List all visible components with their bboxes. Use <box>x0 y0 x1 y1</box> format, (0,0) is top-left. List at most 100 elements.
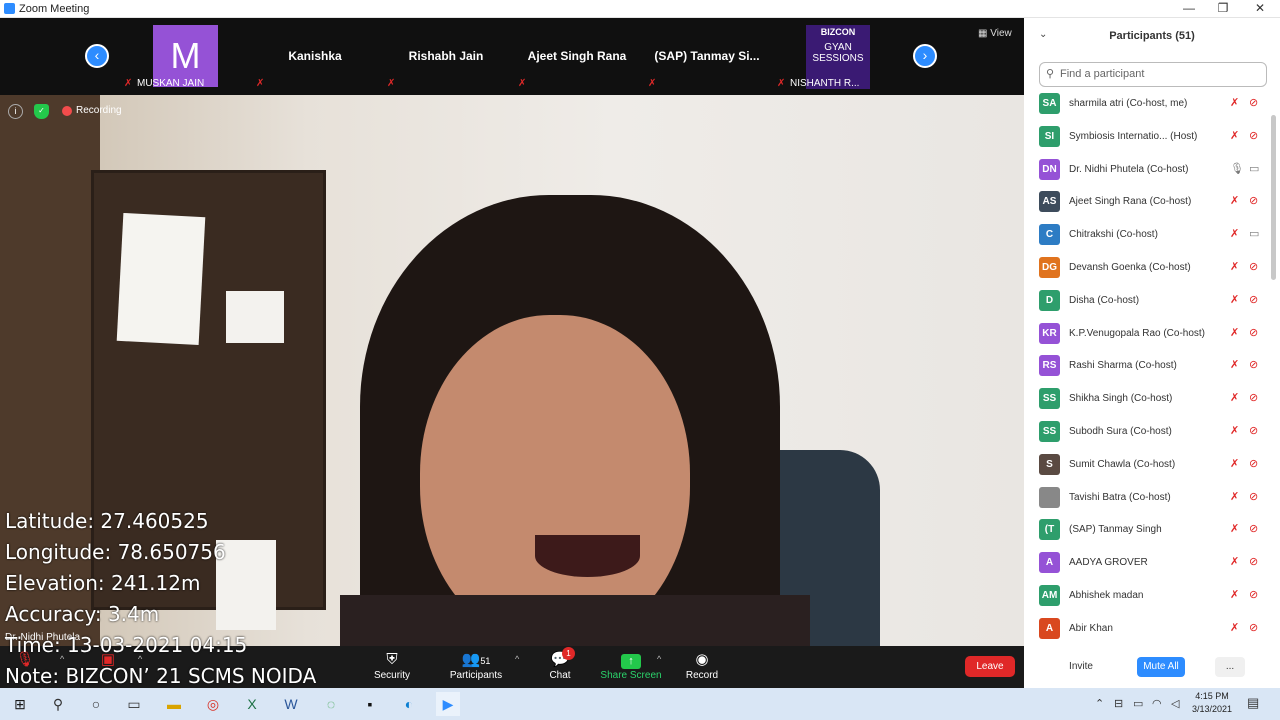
participant-row[interactable]: SA sharmila atri (Co-host, me) ✗ ⊘ <box>1024 88 1280 121</box>
leave-button[interactable]: Leave <box>965 656 1015 677</box>
shield-icon[interactable]: ✓ <box>34 104 49 119</box>
file-explorer-icon[interactable]: ▬ <box>162 692 186 716</box>
mic-muted-icon: ✗ <box>1230 490 1240 503</box>
participant-name: Sumit Chawla (Co-host) <box>1069 458 1176 470</box>
tile-label: MUSKAN JAIN <box>137 78 205 89</box>
mic-muted-icon: ✗ <box>1230 293 1240 306</box>
participant-name: Disha (Co-host) <box>1069 294 1140 306</box>
network-icon[interactable]: ⊟ <box>1114 697 1123 710</box>
video-tile[interactable]: ✗ NISHANTH R... <box>774 25 898 89</box>
participants-count: 51 <box>480 656 491 666</box>
task-view-icon[interactable]: ▭ <box>122 692 146 716</box>
volume-icon[interactable]: ◁ <box>1171 697 1179 710</box>
record-button[interactable]: ◉ Record <box>662 650 742 681</box>
participant-row[interactable]: AS Ajeet Singh Rana (Co-host) ✗ ⊘ <box>1024 186 1280 219</box>
info-icon[interactable]: i <box>8 104 23 119</box>
avatar: SS <box>1039 420 1060 442</box>
wifi-icon[interactable]: ◠ <box>1152 697 1162 710</box>
participant-name: K.P.Venugopala Rao (Co-host) <box>1069 327 1206 339</box>
avatar: DG <box>1039 256 1060 278</box>
participant-row[interactable]: AM Abhishek madan ✗ ⊘ <box>1024 580 1280 613</box>
participant-row[interactable]: SI Symbiosis Internatio... (Host) ✗ ⊘ <box>1024 121 1280 154</box>
share-arrow-icon: ↑ <box>621 654 641 669</box>
participant-row[interactable]: SS Shikha Singh (Co-host) ✗ ⊘ <box>1024 383 1280 416</box>
video-paper <box>116 212 206 346</box>
zoom-taskbar-icon[interactable]: ▶ <box>436 692 460 716</box>
camera-on-icon: ▭ <box>1249 228 1260 241</box>
windows-start-icon[interactable]: ⊞ <box>8 692 32 716</box>
mic-muted-icon: ✗ <box>1230 228 1240 241</box>
maximize-button[interactable]: ❐ <box>1206 0 1240 18</box>
taskbar-clock[interactable]: 4:15 PM 3/13/2021 <box>1188 690 1236 716</box>
share-options-caret[interactable]: ^ <box>657 654 661 664</box>
camera-off-icon: ⊘ <box>1249 424 1259 437</box>
avatar: A <box>1039 617 1060 639</box>
participant-row[interactable]: A Abir Khan ✗ ⊘ <box>1024 613 1280 646</box>
video-paper <box>226 291 284 343</box>
chat-button[interactable]: 💬 Chat <box>520 650 600 681</box>
notification-icon[interactable]: ▤ <box>1247 695 1259 711</box>
app-ring-icon[interactable]: ◌ <box>319 692 343 716</box>
participants-scrollbar[interactable] <box>1271 115 1276 280</box>
avatar: SA <box>1039 93 1060 114</box>
video-tile[interactable]: Rishabh Jain ✗ <box>384 25 508 89</box>
participant-row[interactable]: (T (SAP) Tanmay Singh ✗ ⊘ <box>1024 514 1280 547</box>
mic-muted-icon: ✗ <box>1230 260 1240 273</box>
excel-icon[interactable]: X <box>240 692 264 716</box>
shield-icon: ⛨ <box>386 651 398 668</box>
camera-off-icon: ⊘ <box>1249 326 1259 339</box>
search-placeholder: Find a participant <box>1060 68 1145 80</box>
participant-row[interactable]: C Chitrakshi (Co-host) ✗ ▭ <box>1024 219 1280 252</box>
mic-muted-icon: ✗ <box>256 78 265 89</box>
search-icon[interactable]: ⚲ <box>46 692 70 716</box>
avatar: C <box>1039 224 1060 246</box>
cortana-icon[interactable]: ○ <box>84 692 108 716</box>
video-tile[interactable]: Kanishka ✗ <box>253 25 377 89</box>
video-tile[interactable]: ✗ MUSKAN JAIN <box>121 25 245 89</box>
mic-muted-icon: ✗ <box>1230 326 1240 339</box>
invite-button[interactable]: Invite <box>1063 657 1099 677</box>
participant-row[interactable]: SS Subodh Sura (Co-host) ✗ ⊘ <box>1024 416 1280 449</box>
clock-date: 3/13/2021 <box>1191 704 1233 714</box>
participant-row[interactable]: S Sumit Chawla (Co-host) ✗ ⊘ <box>1024 449 1280 482</box>
video-tile[interactable]: (SAP) Tanmay Si... ✗ <box>645 25 769 89</box>
camera-off-icon: ⊘ <box>1249 293 1259 306</box>
edge-icon[interactable]: ◐ <box>397 692 421 716</box>
close-button[interactable]: ✕ <box>1243 0 1277 18</box>
security-button[interactable]: ⛨ Security <box>352 650 432 681</box>
recording-label: Recording <box>76 105 122 116</box>
participant-row[interactable]: D Disha (Co-host) ✗ ⊘ <box>1024 285 1280 318</box>
mic-muted-icon: ✗ <box>1230 523 1240 536</box>
avatar: AS <box>1039 191 1060 213</box>
participant-name: Symbiosis Internatio... (Host) <box>1069 130 1198 142</box>
search-input[interactable]: ⚲ Find a participant <box>1039 62 1267 87</box>
participant-row[interactable]: KR K.P.Venugopala Rao (Co-host) ✗ ⊘ <box>1024 318 1280 351</box>
gallery-next-button[interactable]: › <box>913 44 937 68</box>
video-tile[interactable]: Ajeet Singh Rana ✗ <box>515 25 639 89</box>
word-icon[interactable]: W <box>279 692 303 716</box>
camera-off-icon: ⊘ <box>1249 523 1259 536</box>
tray-expand-icon[interactable]: ⌃ <box>1095 697 1104 710</box>
participant-row[interactable]: A AADYA GROVER ✗ ⊘ <box>1024 547 1280 580</box>
terminal-icon[interactable]: ▪ <box>358 692 382 716</box>
chrome-icon[interactable]: ◎ <box>201 692 225 716</box>
minimize-button[interactable]: — <box>1172 0 1206 18</box>
gallery-prev-button[interactable]: ‹ <box>85 44 109 68</box>
participants-options-caret[interactable]: ^ <box>515 654 519 664</box>
people-icon: 👥51 <box>461 651 491 668</box>
chat-icon: 💬 <box>550 651 570 668</box>
avatar: A <box>1039 552 1060 574</box>
mic-muted-icon: ✗ <box>648 78 657 89</box>
more-button[interactable]: ... <box>1215 657 1245 677</box>
mute-all-button[interactable]: Mute All <box>1137 657 1185 677</box>
participant-row[interactable]: RS Rashi Sharma (Co-host) ✗ ⊘ <box>1024 350 1280 383</box>
participant-row[interactable]: DN Dr. Nidhi Phutela (Co-host) 🎙 ▭ <box>1024 154 1280 187</box>
participants-button[interactable]: 👥51 Participants <box>436 650 516 681</box>
avatar: SS <box>1039 388 1060 410</box>
camera-off-icon: ⊘ <box>1249 490 1259 503</box>
battery-icon[interactable]: ▭ <box>1133 697 1143 710</box>
search-icon: ⚲ <box>1046 68 1055 80</box>
participant-row[interactable]: Tavishi Batra (Co-host) ✗ ⊘ <box>1024 482 1280 515</box>
view-button[interactable]: ▦ View <box>978 28 1012 39</box>
participant-row[interactable]: DG Devansh Goenka (Co-host) ✗ ⊘ <box>1024 252 1280 285</box>
